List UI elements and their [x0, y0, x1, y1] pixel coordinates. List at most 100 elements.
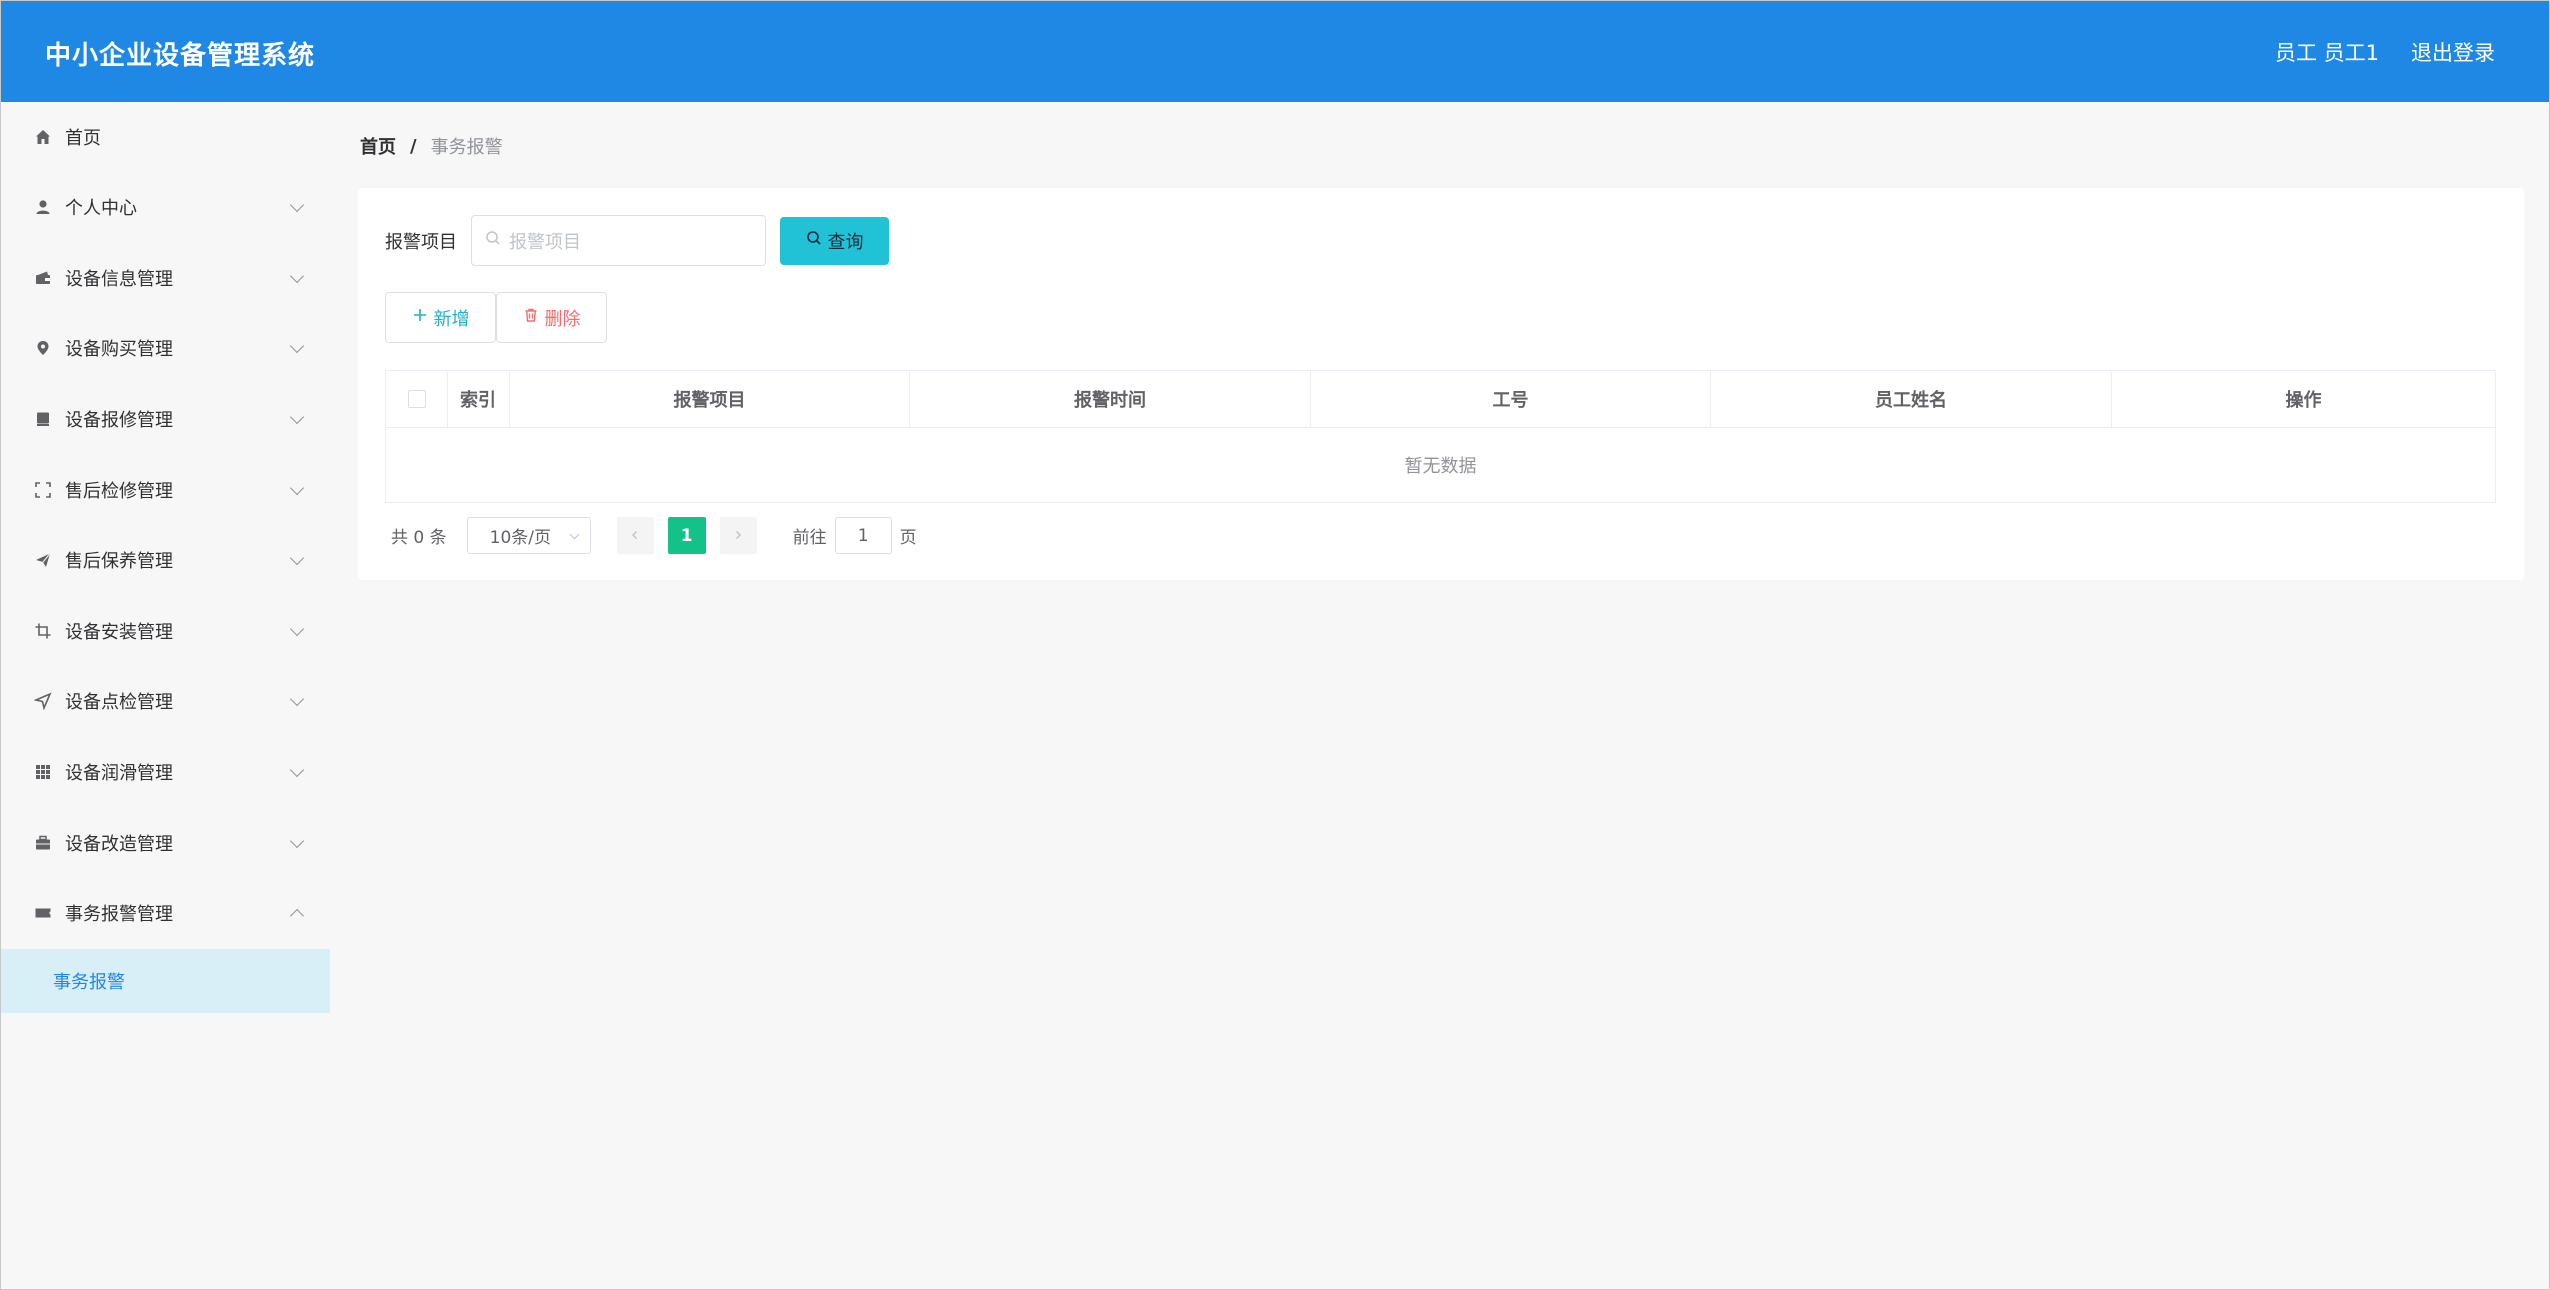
goto-page-input[interactable]: 1: [834, 517, 892, 554]
delete-button[interactable]: 删除: [496, 292, 607, 343]
chevron-down-icon: [569, 529, 580, 540]
search-label: 报警项目: [385, 231, 457, 253]
breadcrumb-current: 事务报警: [430, 137, 503, 158]
chevron-down-icon: [289, 268, 305, 283]
chevron-down-icon: [289, 692, 305, 707]
table-header-alarm-item: 报警项目: [510, 371, 910, 427]
table-header: 索引 报警项目 报警时间 工号 员工姓名 操作: [386, 371, 2495, 428]
page-number-button[interactable]: 1: [667, 517, 706, 554]
page-size-value: 10条/页: [489, 528, 551, 548]
pagination: 共 0 条 10条/页 1 前往 1 页: [391, 517, 917, 554]
table-header-employee-id: 工号: [1311, 371, 1711, 427]
sidebar-item-label: 设备润滑管理: [65, 763, 173, 785]
notebook-icon: [33, 409, 53, 429]
alarm-table: 索引 报警项目 报警时间 工号 员工姓名 操作 暂无数据: [385, 370, 2496, 503]
send-icon: [33, 550, 53, 570]
chevron-down-icon: [289, 762, 305, 778]
sidebar-item-label: 设备安装管理: [65, 621, 173, 643]
search-placeholder: 报警项目: [509, 231, 581, 253]
sidebar-item-device-info[interactable]: 设备信息管理: [1, 243, 330, 314]
chevron-left-icon: [629, 526, 641, 546]
page-size-select[interactable]: 10条/页: [466, 517, 591, 554]
wallet-icon: [33, 268, 53, 288]
full-screen-icon: [33, 480, 53, 500]
chevron-right-icon: [732, 526, 744, 546]
content-card: 报警项目 报警项目 查询 新增 删除 索引 报警项目 报警时间 工号 员工姓名 …: [358, 188, 2524, 580]
home-icon: [33, 127, 53, 147]
sidebar-item-device-installation[interactable]: 设备安装管理: [1, 596, 330, 667]
breadcrumb-separator: /: [410, 135, 417, 157]
plus-icon: [412, 307, 428, 328]
sidebar-item-device-spot-check[interactable]: 设备点检管理: [1, 666, 330, 737]
crop-icon: [33, 621, 53, 641]
sidebar-menu: 首页 个人中心 设备信息管理 设备购买管理 设备报修管理 售后检修管理 售后保养…: [1, 102, 330, 1289]
search-form: 报警项目 报警项目 查询: [385, 215, 889, 266]
table-header-actions: 操作: [2285, 390, 2322, 411]
top-header: 中小企业设备管理系统 员工 员工1 退出登录: [1, 1, 2549, 102]
sidebar-item-label: 设备报修管理: [65, 410, 173, 432]
action-toolbar: 新增 删除: [385, 292, 607, 343]
sidebar-item-after-sales-inspection[interactable]: 售后检修管理: [1, 454, 330, 525]
sidebar-item-label: 首页: [65, 128, 101, 149]
sidebar-item-home[interactable]: 首页: [1, 102, 330, 172]
current-user-label[interactable]: 员工 员工1: [2275, 37, 2379, 67]
suitcase-icon: [33, 833, 53, 853]
user-icon: [33, 197, 53, 217]
next-page-button[interactable]: [719, 517, 757, 554]
sidebar-item-after-sales-maintenance[interactable]: 售后保养管理: [1, 525, 330, 596]
breadcrumb-home[interactable]: 首页: [360, 133, 396, 159]
add-button-label: 新增: [433, 308, 470, 330]
sidebar-item-label: 设备点检管理: [65, 692, 173, 714]
goto-suffix: 页: [899, 528, 917, 548]
search-icon: [806, 230, 822, 251]
chevron-up-icon: [289, 909, 305, 924]
search-button[interactable]: 查询: [780, 216, 889, 265]
sidebar-item-label: 售后检修管理: [65, 480, 173, 502]
sidebar-item-label: 设备信息管理: [65, 268, 173, 290]
chevron-down-icon: [289, 339, 305, 354]
table-header-alarm-time: 报警时间: [910, 371, 1311, 427]
chevron-down-icon: [289, 410, 305, 425]
select-all-checkbox[interactable]: [407, 390, 426, 408]
app-title: 中小企业设备管理系统: [45, 41, 316, 71]
chevron-down-icon: [289, 198, 305, 213]
location-icon: [33, 338, 53, 358]
search-icon: [485, 230, 501, 251]
pagination-total: 共 0 条: [391, 528, 447, 548]
table-header-index: 索引: [448, 371, 510, 427]
ticket-icon: [33, 903, 53, 923]
sidebar-item-label: 设备购买管理: [65, 339, 173, 361]
sidebar-item-device-repair[interactable]: 设备报修管理: [1, 384, 330, 455]
search-button-label: 查询: [827, 231, 864, 253]
sidebar-item-alarm-management[interactable]: 事务报警管理: [1, 878, 330, 949]
delete-button-label: 删除: [544, 308, 581, 330]
app-window: 中小企业设备管理系统 员工 员工1 退出登录 首页 个人中心 设备信息管理 设备…: [0, 0, 2550, 1290]
logout-button[interactable]: 退出登录: [2411, 37, 2495, 67]
sidebar-item-label: 设备改造管理: [65, 833, 173, 855]
header-user-area: 员工 员工1 退出登录: [2275, 37, 2495, 67]
goto-page: 前往 1 页: [793, 517, 917, 554]
prev-page-button[interactable]: [616, 517, 654, 554]
add-button[interactable]: 新增: [385, 292, 496, 343]
chevron-down-icon: [289, 621, 305, 636]
sidebar-item-label: 事务报警管理: [65, 904, 173, 926]
goto-prefix: 前往: [792, 528, 827, 548]
chevron-down-icon: [289, 833, 305, 848]
sidebar-item-device-purchase[interactable]: 设备购买管理: [1, 313, 330, 384]
table-header-select: [386, 371, 448, 427]
table-empty-text: 暂无数据: [1404, 456, 1477, 477]
breadcrumb: 首页 / 事务报警: [360, 133, 503, 159]
trash-icon: [523, 307, 539, 328]
sidebar-subitem-alarm[interactable]: 事务报警: [1, 948, 330, 1013]
table-header-employee-name: 员工姓名: [1711, 371, 2112, 427]
sidebar-item-device-modification[interactable]: 设备改造管理: [1, 807, 330, 878]
position-icon: [33, 691, 53, 711]
sidebar-item-device-lubrication[interactable]: 设备润滑管理: [1, 737, 330, 808]
chevron-down-icon: [289, 480, 305, 495]
sidebar-item-label: 售后保养管理: [65, 551, 173, 573]
sidebar-item-profile[interactable]: 个人中心: [1, 172, 330, 243]
grid-icon: [33, 762, 53, 782]
sidebar-item-label: 个人中心: [65, 198, 137, 220]
chevron-down-icon: [289, 551, 305, 566]
search-input[interactable]: 报警项目: [471, 215, 766, 266]
